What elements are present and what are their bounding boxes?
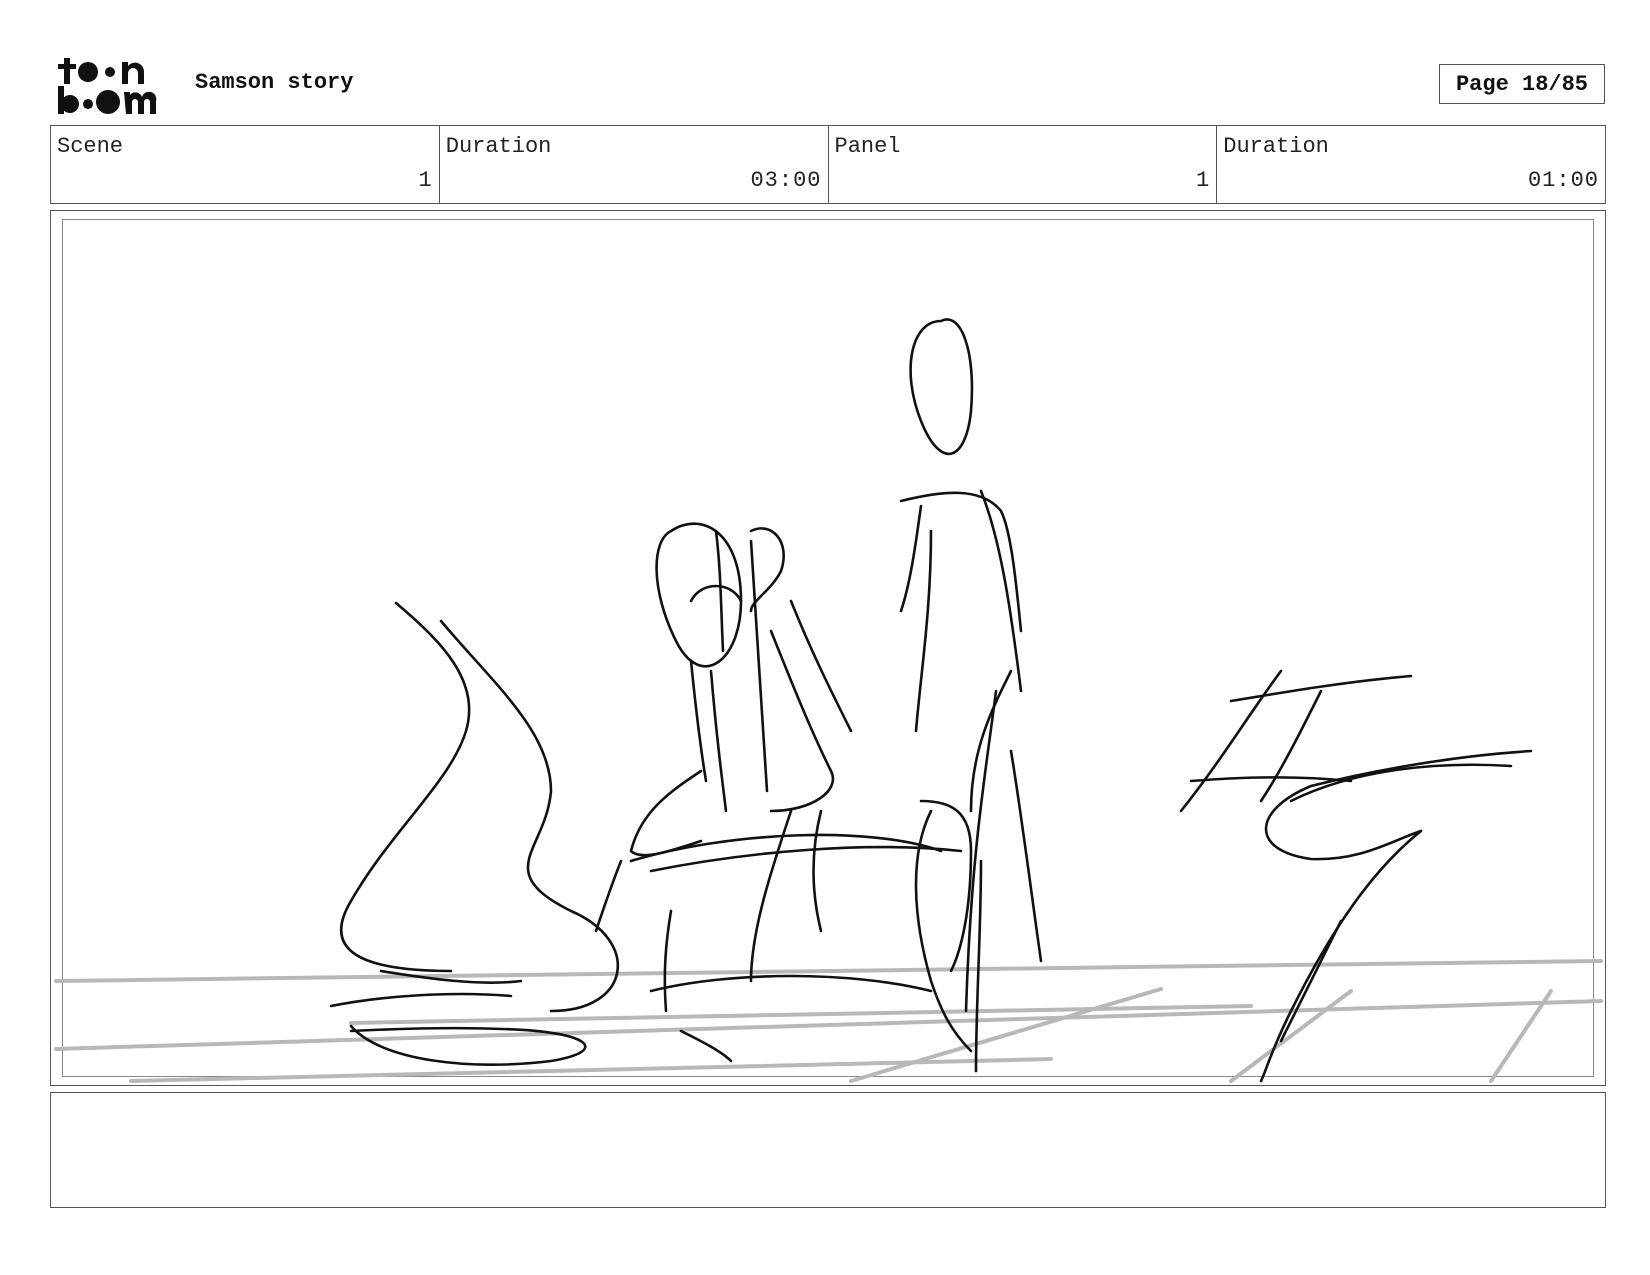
scene-value: 1 [418, 168, 433, 193]
panel-cell: Panel 1 [829, 126, 1218, 203]
panel-notes-box [50, 1092, 1606, 1208]
scene-label: Scene [57, 134, 124, 159]
page-number: Page 18/85 [1439, 64, 1605, 104]
toon-boom-logo [58, 58, 157, 114]
panel-duration-cell: Duration 01:00 [1217, 126, 1605, 203]
panel-duration-value: 01:00 [1527, 168, 1599, 193]
scene-duration-value: 03:00 [750, 168, 822, 193]
document-title: Samson story [195, 70, 354, 95]
scene-cell: Scene 1 [51, 126, 440, 203]
panel-label: Panel [834, 134, 901, 159]
panel-sketch [54, 318, 1603, 1083]
scene-info-row: Scene 1 Duration 03:00 Panel 1 Duration … [50, 125, 1606, 204]
panel-value: 1 [1196, 168, 1211, 193]
scene-duration-label: Duration [445, 134, 552, 159]
storyboard-panel [50, 210, 1606, 1086]
panel-duration-label: Duration [1223, 134, 1329, 159]
scene-duration-cell: Duration 03:00 [440, 126, 829, 203]
